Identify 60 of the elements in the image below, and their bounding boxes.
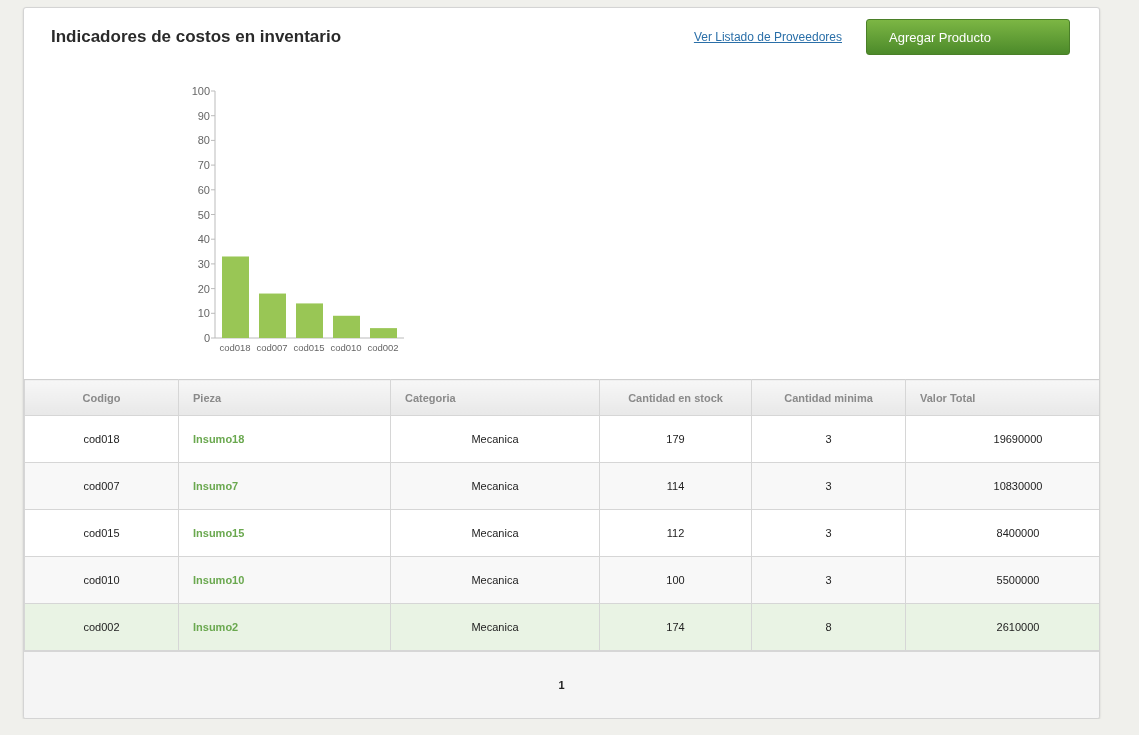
table-row[interactable]: cod015 Insumo15 Mecanica 112 3 8400000 (24, 509, 1099, 557)
suppliers-link[interactable]: Ver Listado de Proveedores (693, 30, 842, 44)
table-cell: Mecanica (390, 415, 600, 463)
page-number[interactable]: 1 (558, 679, 565, 691)
y-tick-label: 80 (197, 134, 210, 147)
table-row[interactable]: cod007 Insumo7 Mecanica 114 3 10830000 (24, 462, 1099, 510)
y-tick-label: 10 (197, 307, 210, 320)
y-tick-label: 50 (197, 208, 210, 221)
table-cell: 3 (751, 556, 906, 604)
table-cell: cod007 (24, 462, 179, 510)
bar (259, 293, 286, 338)
table-cell: 3 (751, 415, 906, 463)
table-cell: 8 (751, 603, 906, 651)
bar (296, 303, 323, 338)
column-header[interactable]: Cantidad minima (751, 379, 906, 416)
table-cell: cod015 (24, 509, 179, 557)
table-cell: cod018 (24, 415, 179, 463)
table-cell: 100 (599, 556, 752, 604)
x-tick-label: cod018 (219, 342, 251, 353)
part-name: Insumo7 (178, 462, 391, 510)
y-tick-label: 0 (203, 332, 210, 344)
table-row[interactable]: cod018 Insumo18 Mecanica 179 3 19690000 (24, 415, 1099, 463)
y-tick-label: 60 (197, 183, 210, 196)
table-row[interactable]: cod002 Insumo2 Mecanica 174 8 2610000 (24, 603, 1099, 651)
x-tick-label: cod007 (256, 342, 288, 353)
y-tick-label: 40 (197, 233, 210, 246)
part-name: Insumo2 (178, 603, 391, 651)
bar (333, 315, 360, 338)
part-name: Insumo15 (178, 509, 391, 557)
x-tick-label: cod002 (367, 342, 399, 353)
column-header[interactable]: Codigo (24, 379, 179, 416)
table-cell: Mecanica (390, 462, 600, 510)
table-cell: 3 (751, 509, 906, 557)
part-name: Insumo18 (178, 415, 391, 463)
table-cell: cod010 (24, 556, 179, 604)
part-name: Insumo10 (178, 556, 391, 604)
column-header[interactable]: Cantidad en stock (599, 379, 752, 416)
table-row[interactable]: cod010 Insumo10 Mecanica 100 3 5500000 (24, 556, 1099, 604)
column-header[interactable]: Valor Total (905, 379, 1099, 416)
table-cell: Mecanica (390, 556, 600, 604)
x-tick-label: cod015 (293, 342, 325, 353)
table-cell: 3 (751, 462, 906, 510)
y-tick-label: 30 (197, 257, 210, 270)
y-tick-label: 100 (191, 85, 210, 97)
y-tick-label: 90 (197, 109, 210, 122)
add-product-button[interactable]: Agregar Producto (866, 19, 1070, 55)
table-cell: 114 (599, 462, 752, 510)
table-cell: Mecanica (390, 509, 600, 557)
table-cell: 112 (599, 509, 752, 557)
table-cell: cod002 (24, 603, 179, 651)
table-cell: 179 (599, 415, 752, 463)
page-title: Indicadores de costos en inventario (51, 27, 343, 47)
y-tick-label: 20 (197, 282, 210, 295)
bar (370, 328, 397, 338)
y-tick-label: 70 (197, 159, 210, 172)
x-tick-label: cod010 (330, 342, 362, 353)
table-cell: 174 (599, 603, 752, 651)
table-cell: Mecanica (390, 603, 600, 651)
column-header[interactable]: Categoria (390, 379, 600, 416)
column-header[interactable]: Pieza (178, 379, 391, 416)
